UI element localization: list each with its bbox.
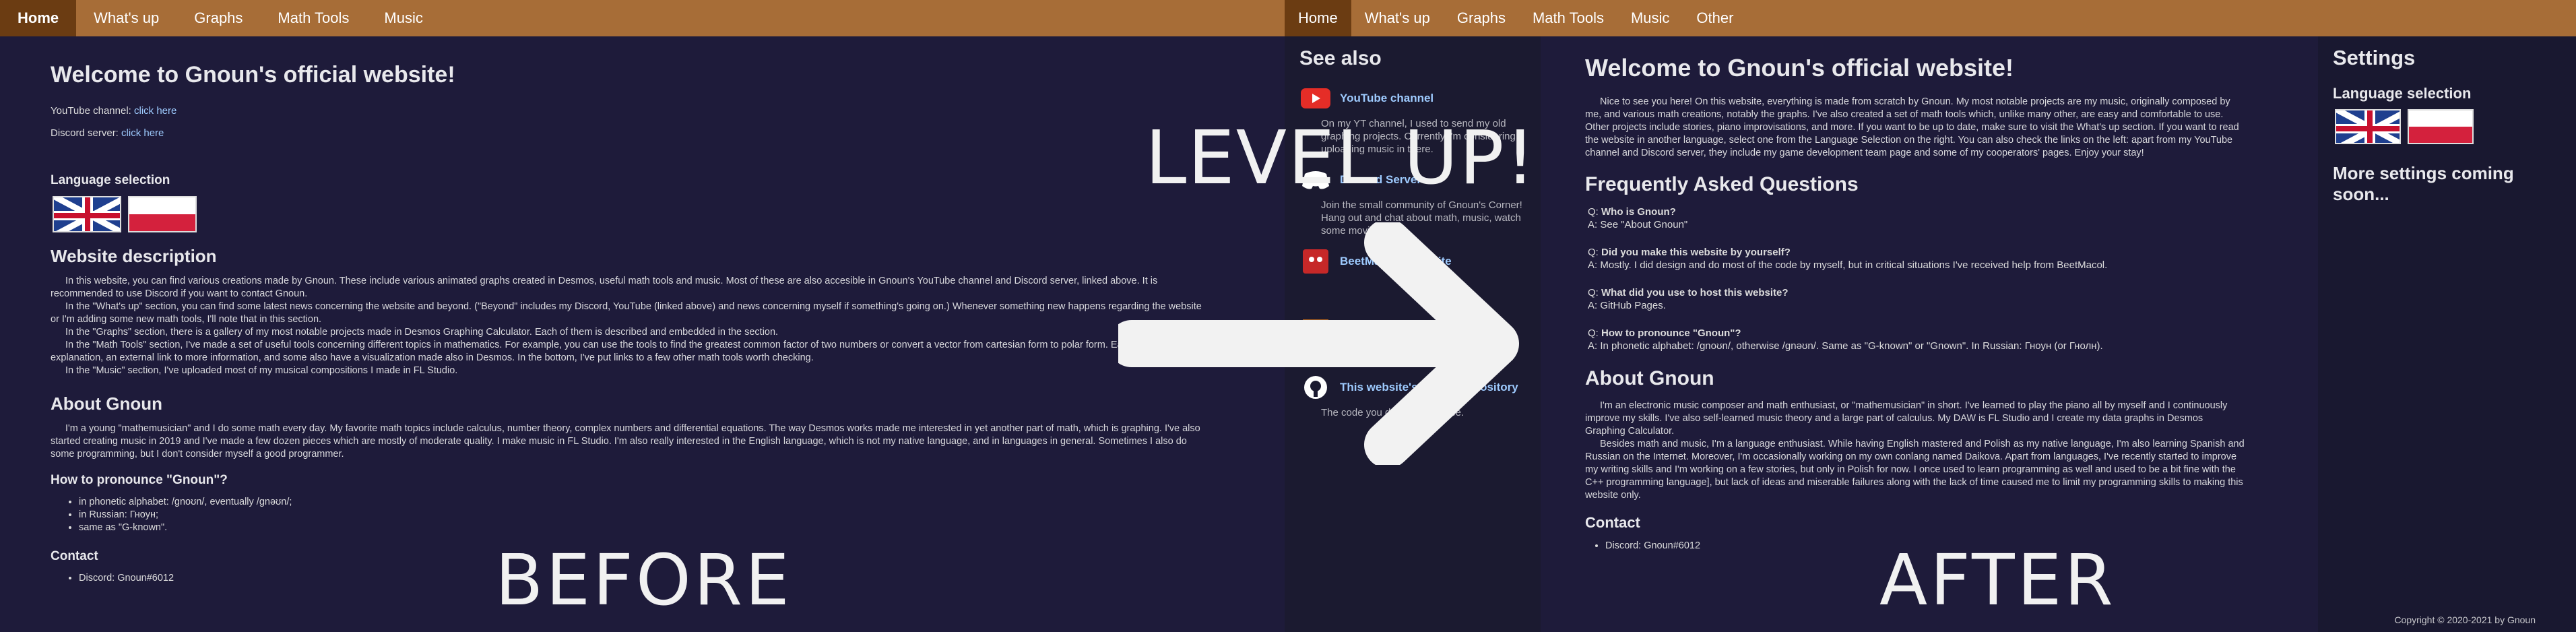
before-page: Home What's up Graphs Math Tools Music W… xyxy=(0,0,1285,632)
main-content: Welcome to Gnoun's official website! Nic… xyxy=(1585,36,2245,552)
after-caption: AFTER xyxy=(1879,539,2116,621)
about-paragraph: I'm an electronic music composer and mat… xyxy=(1585,400,2228,437)
list-item: in Russian: Гноун; xyxy=(79,509,1213,522)
before-caption: BEFORE xyxy=(495,539,792,621)
top-nav: Home What's up Graphs Math Tools Music xyxy=(0,0,1285,36)
youtube-link[interactable]: click here xyxy=(134,105,176,117)
pronounce-heading: How to pronounce "Gnoun"? xyxy=(51,473,228,487)
see-also-heading: See also xyxy=(1299,47,1382,69)
poland-flag-icon[interactable] xyxy=(2408,109,2474,144)
faq-answer: Mostly. I did design and do most of the … xyxy=(1600,259,2108,271)
list-item: same as "G-known". xyxy=(79,522,1213,534)
desc-paragraph: In the "Math Tools" section, I've made a… xyxy=(51,340,1204,363)
desc-paragraph: In the "Graphs" section, there is a gall… xyxy=(65,327,779,338)
nav-math-tools[interactable]: Math Tools xyxy=(260,0,366,36)
youtube-link[interactable]: YouTube channel xyxy=(1299,88,1526,109)
faq-answer: In phonetic alphabet: /gnoʊn/, otherwise… xyxy=(1600,340,2103,352)
uk-flag-icon[interactable] xyxy=(53,196,121,232)
faq-heading: Frequently Asked Questions xyxy=(1585,173,1859,195)
nav-graphs[interactable]: Graphs xyxy=(176,0,260,36)
contact-heading: Contact xyxy=(1585,514,1640,531)
nav-other[interactable]: Other xyxy=(1683,0,1747,36)
intro-paragraph: Nice to see you here! On this website, e… xyxy=(1585,96,2239,158)
about-text: I'm a young "mathemusician" and I do som… xyxy=(51,423,1200,460)
poland-flag-icon[interactable] xyxy=(128,196,197,232)
discord-label: Discord server: xyxy=(51,127,119,139)
uk-flag-icon[interactable] xyxy=(2335,109,2401,144)
page-title: Welcome to Gnoun's official website! xyxy=(51,62,455,88)
nav-home[interactable]: Home xyxy=(1285,0,1351,36)
faq-answer: See "About Gnoun" xyxy=(1600,219,1688,230)
link-label: YouTube channel xyxy=(1340,92,1434,104)
about-heading: About Gnoun xyxy=(51,393,163,414)
desc-paragraph: In this website, you can find various cr… xyxy=(51,276,1158,299)
description-heading: Website description xyxy=(51,246,217,266)
language-heading: Language selection xyxy=(2333,85,2472,102)
faq-answer: GitHub Pages. xyxy=(1600,300,1666,311)
level-up-caption: LEVEL UP! xyxy=(1145,115,1537,201)
nav-music[interactable]: Music xyxy=(1617,0,1683,36)
arrow-icon xyxy=(1118,222,1519,465)
discord-link[interactable]: click here xyxy=(121,127,164,139)
page-title: Welcome to Gnoun's official website! xyxy=(1585,54,2014,82)
top-nav: Home What's up Graphs Math Tools Music O… xyxy=(1285,0,2576,36)
youtube-icon xyxy=(1299,88,1332,109)
nav-graphs[interactable]: Graphs xyxy=(1444,0,1519,36)
nav-home[interactable]: Home xyxy=(0,0,77,36)
faq-item: Q: How to pronounce "Gnoun"? A: In phonet… xyxy=(1588,327,2103,352)
settings-panel: Settings Language selection More setting… xyxy=(2318,36,2576,632)
nav-whats-up[interactable]: What's up xyxy=(1351,0,1444,36)
nav-math-tools[interactable]: Math Tools xyxy=(1519,0,1617,36)
language-heading: Language selection xyxy=(51,173,170,187)
settings-heading: Settings xyxy=(2333,46,2416,69)
copyright: Copyright © 2020-2021 by Gnoun xyxy=(2394,614,2536,625)
about-paragraph: Besides math and music, I'm a language e… xyxy=(1585,439,2245,501)
list-item: in phonetic alphabet: /gnoʊn/, eventuall… xyxy=(79,496,1213,509)
about-heading: About Gnoun xyxy=(1585,367,1714,389)
youtube-label: YouTube channel: xyxy=(51,105,131,117)
faq-question: What did you use to host this website? xyxy=(1601,287,1789,298)
desc-paragraph: In the "What's up" section, you can find… xyxy=(51,301,1202,325)
nav-music[interactable]: Music xyxy=(366,0,440,36)
desc-paragraph: In the "Music" section, I've uploaded mo… xyxy=(65,365,458,376)
more-settings-text: More settings coming soon... xyxy=(2333,163,2514,204)
faq-item: Q: What did you use to host this website… xyxy=(1588,287,1789,311)
faq-question: How to pronounce "Gnoun"? xyxy=(1601,327,1741,339)
faq-item: Q: Who is Gnoun? A: See "About Gnoun" xyxy=(1588,206,1688,230)
faq-question: Who is Gnoun? xyxy=(1601,206,1676,218)
faq-item: Q: Did you make this website by yourself… xyxy=(1588,247,2108,271)
faq-question: Did you make this website by yourself? xyxy=(1601,247,1791,258)
nav-whats-up[interactable]: What's up xyxy=(76,0,176,36)
